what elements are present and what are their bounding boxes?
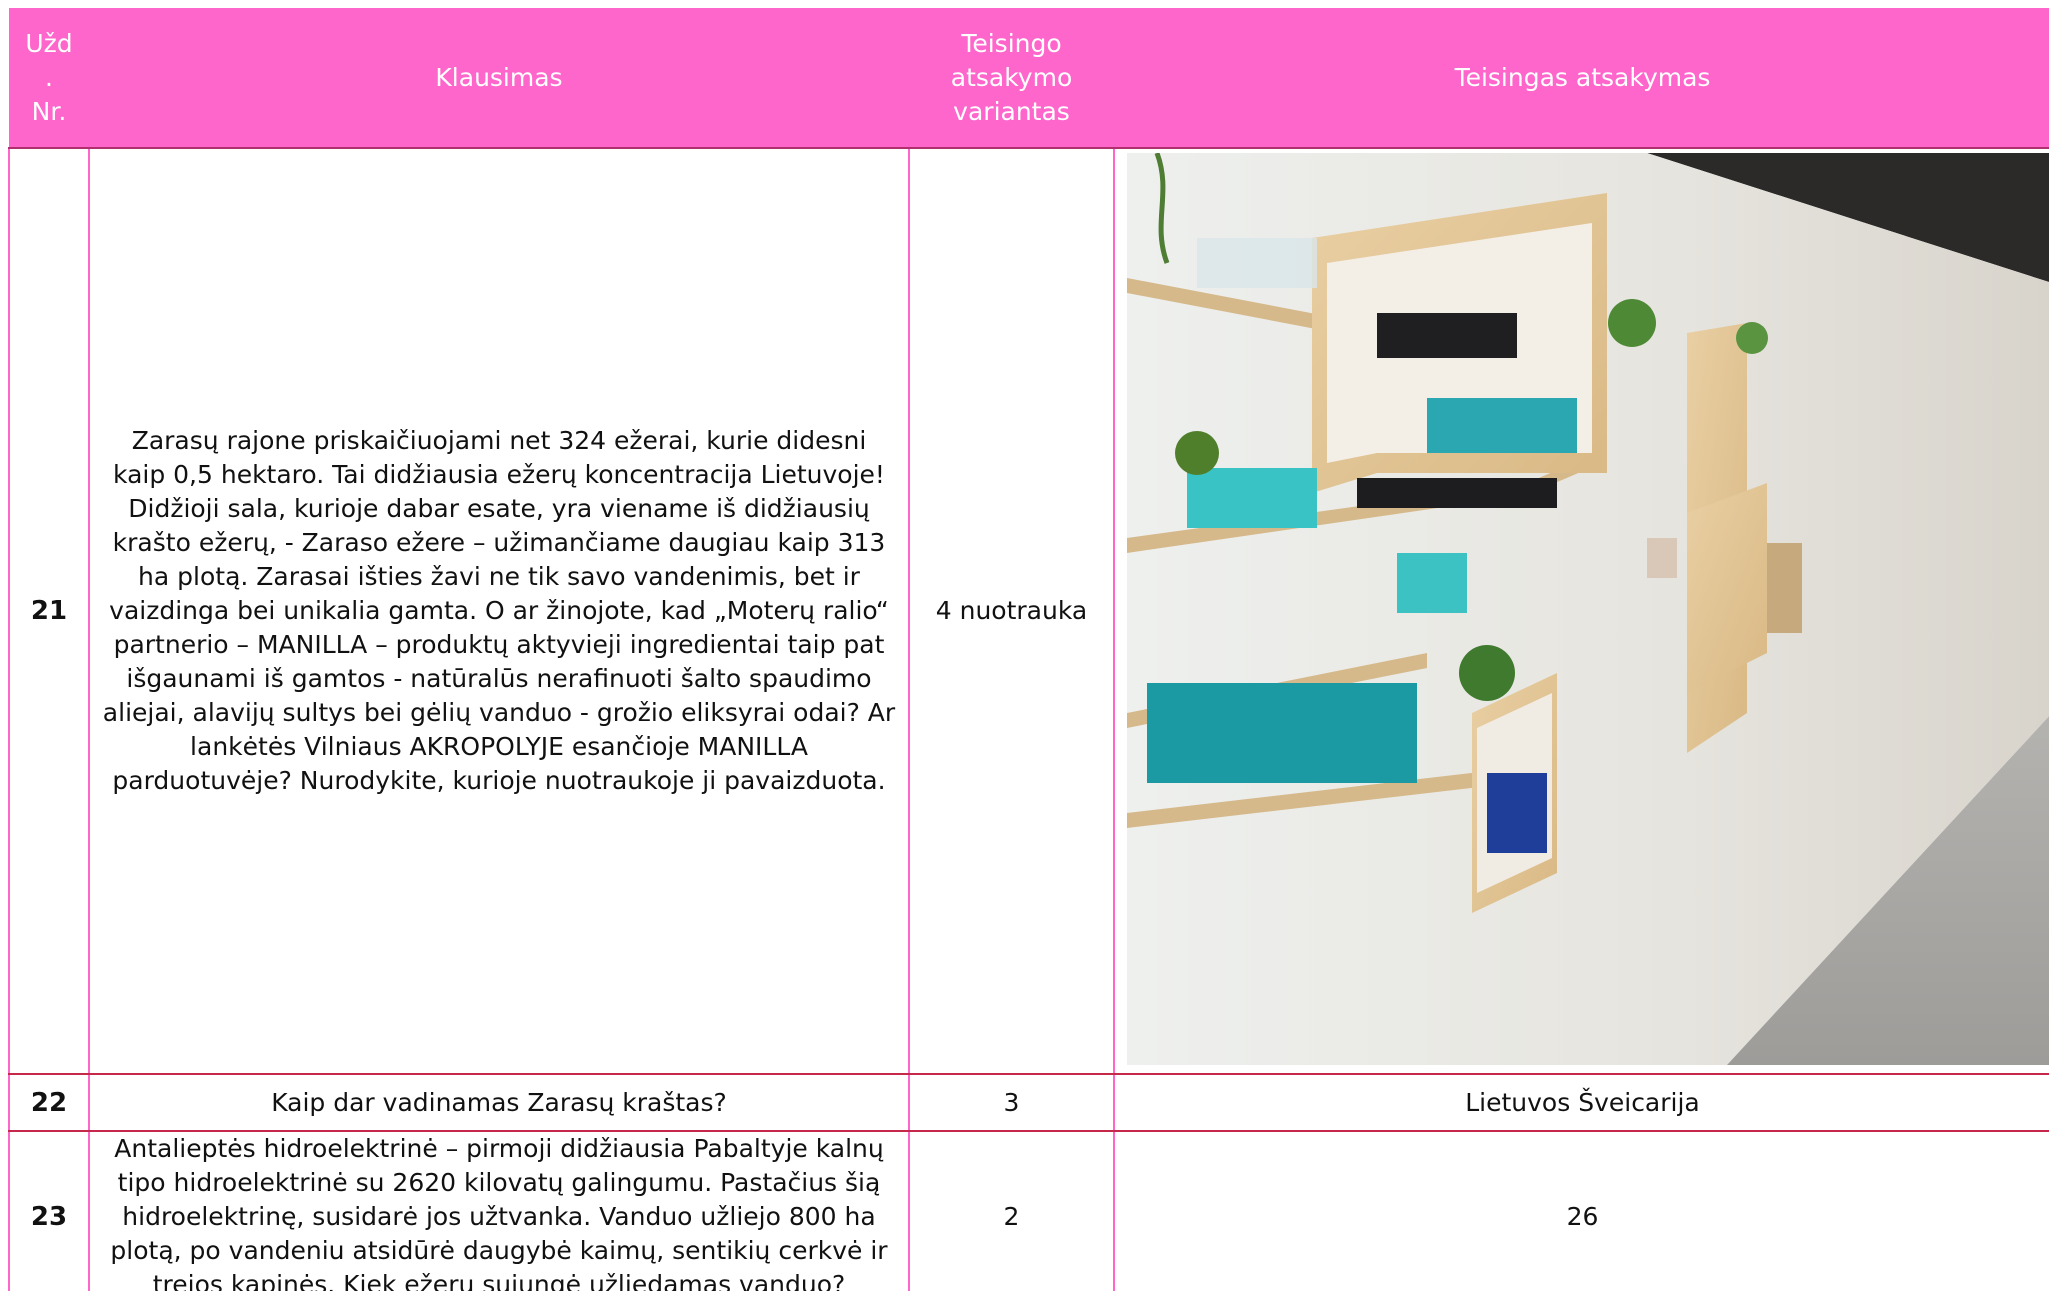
task-number: 22: [8, 1074, 90, 1132]
answer-photo-cell: [1113, 148, 2049, 1075]
correct-option: 3: [908, 1074, 1115, 1132]
header-row: Užd . Nr. Klausimas Teisingo atsakymo va…: [9, 8, 2049, 149]
question-text: Antalieptės hidroelektrinė – pirmoji did…: [88, 1131, 910, 1291]
manilla-store-photo: [1127, 153, 2049, 1065]
header-correct-answer: Teisingas atsakymas: [1114, 8, 2049, 149]
header-correct-answer-text: Teisingas atsakymas: [1454, 62, 1711, 92]
task-number: 21: [8, 148, 90, 1075]
table-body: 21 Zarasų rajone priskaičiuojami net 324…: [8, 148, 2049, 1291]
header-correct-option-text: Teisingo atsakymo variantas: [950, 28, 1073, 126]
header-question: Klausimas: [89, 8, 909, 149]
table-row: 21 Zarasų rajone priskaičiuojami net 324…: [8, 148, 2049, 1075]
table-header: Užd . Nr. Klausimas Teisingo atsakymo va…: [9, 8, 2049, 149]
table-row: 22 Kaip dar vadinamas Zarasų kraštas? 3 …: [8, 1074, 2049, 1132]
correct-answer: Lietuvos Šveicarija: [1113, 1074, 2049, 1132]
table-row: 23 Antalieptės hidroelektrinė – pirmoji …: [8, 1131, 2049, 1291]
correct-answer: 26: [1113, 1131, 2049, 1291]
correct-option: 4 nuotrauka: [908, 148, 1115, 1075]
question-text: Kaip dar vadinamas Zarasų kraštas?: [88, 1074, 910, 1132]
header-task-number: Užd . Nr.: [9, 8, 89, 149]
header-question-text: Klausimas: [435, 62, 563, 92]
header-task-number-text: Užd . Nr.: [25, 28, 73, 126]
task-number: 23: [8, 1131, 90, 1291]
page: Užd . Nr. Klausimas Teisingo atsakymo va…: [8, 8, 2049, 1291]
correct-option: 2: [908, 1131, 1115, 1291]
quiz-table: Užd . Nr. Klausimas Teisingo atsakymo va…: [8, 8, 2049, 1291]
question-text: Zarasų rajone priskaičiuojami net 324 ež…: [88, 148, 910, 1075]
header-correct-option: Teisingo atsakymo variantas: [909, 8, 1114, 149]
